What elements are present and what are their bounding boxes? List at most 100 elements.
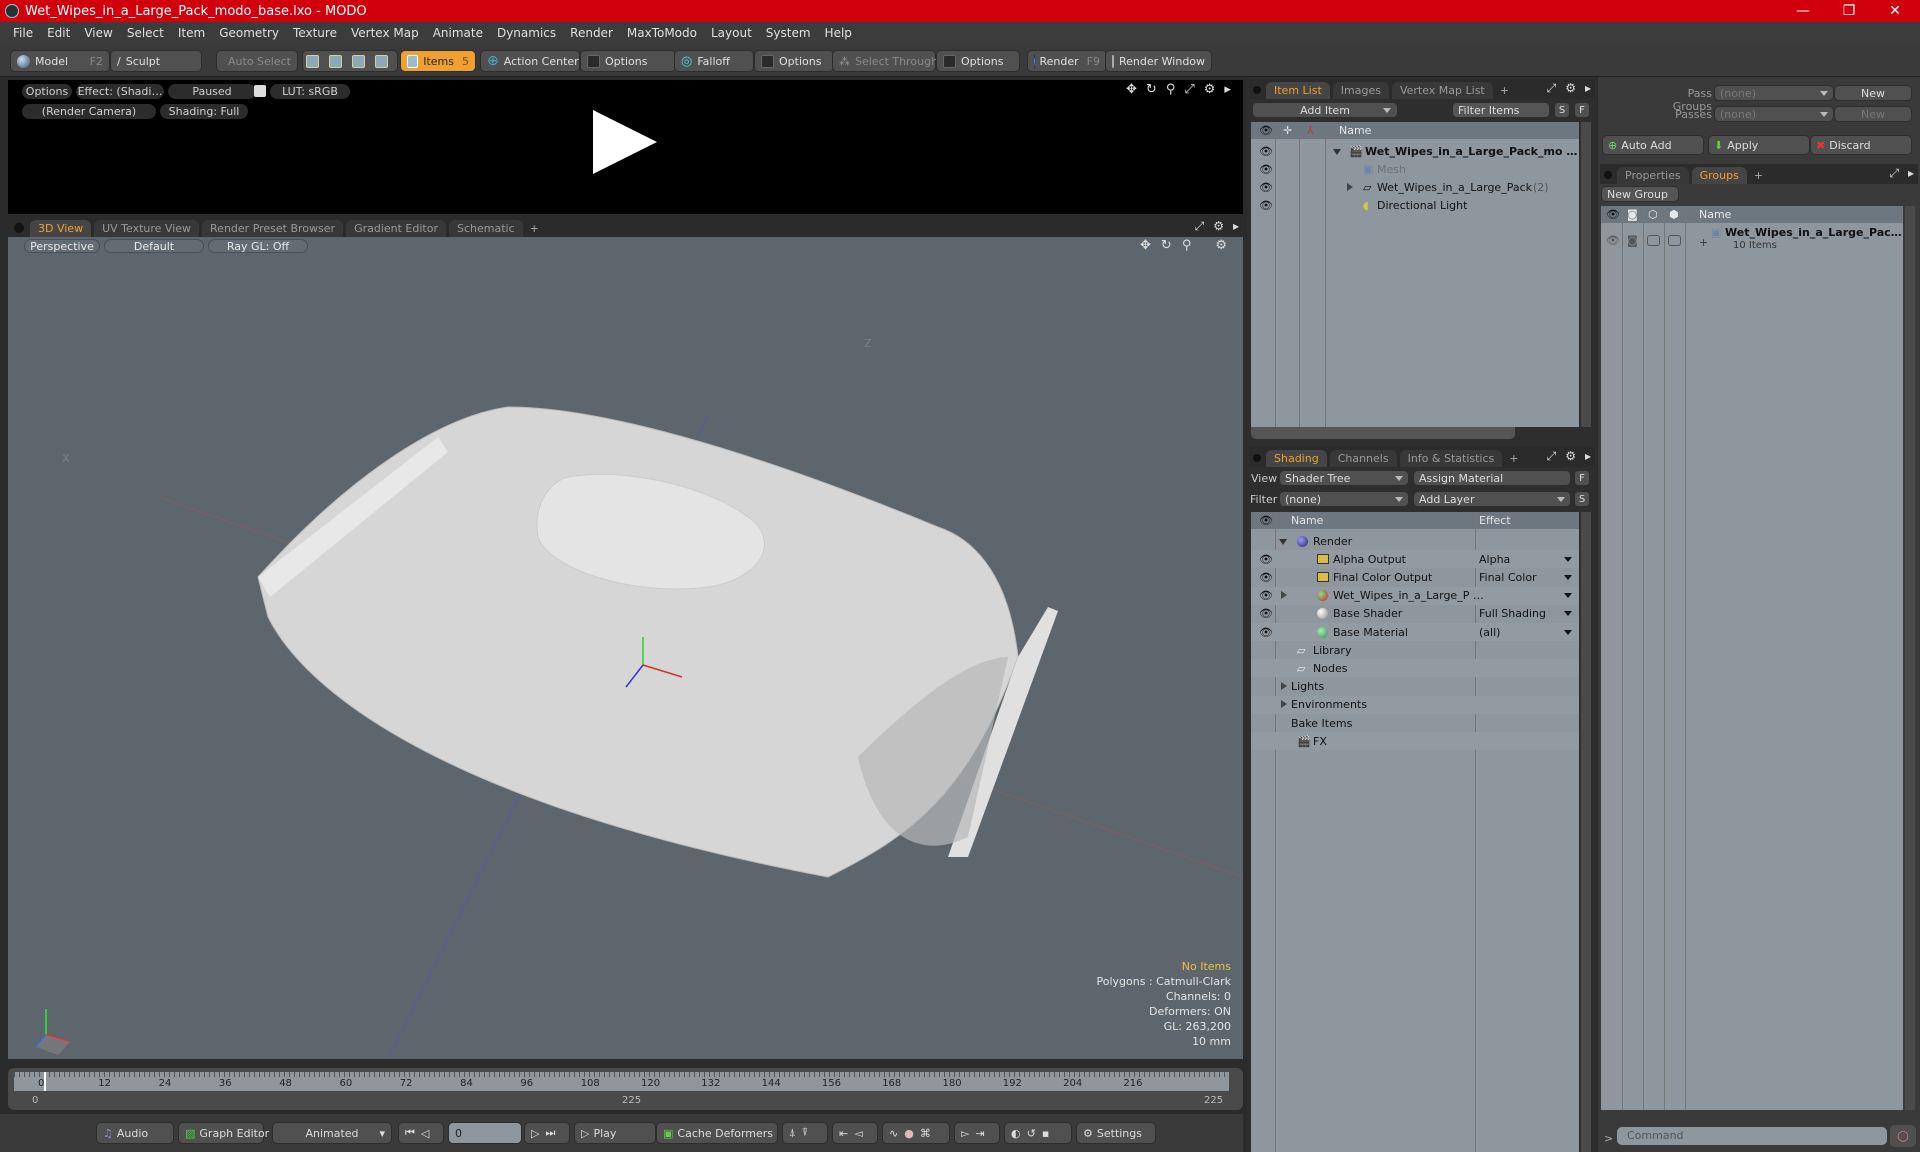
- view-dropdown[interactable]: Shader Tree: [1279, 470, 1409, 486]
- tab-uv-texture-view[interactable]: UV Texture View: [94, 220, 200, 237]
- expand-arrow-icon[interactable]: ▸: [1908, 166, 1914, 181]
- gear-icon[interactable]: ⚙: [1213, 219, 1224, 234]
- auto-key-icon[interactable]: ⌘: [920, 1127, 931, 1140]
- item-row[interactable]: 👁 🎬 Wet_Wipes_in_a_Large_Pack_mo …: [1251, 142, 1579, 160]
- assign-material-button[interactable]: Assign Material: [1413, 470, 1571, 486]
- 3d-viewport[interactable]: Perspective Default Ray GL: Off ✥ ↻ ⚲ ⚙ …: [8, 237, 1243, 1059]
- shader-row[interactable]: Lights: [1251, 678, 1579, 696]
- shading-f-button[interactable]: F: [1574, 470, 1590, 486]
- expand-arrow-icon[interactable]: ▸: [1585, 81, 1591, 96]
- collapse-triangle-icon[interactable]: [1333, 148, 1341, 155]
- menu-geometry[interactable]: Geometry: [212, 26, 286, 40]
- render-effect-dropdown[interactable]: Effect: (Shadi…: [76, 84, 164, 99]
- expand-triangle-icon[interactable]: [1281, 700, 1287, 709]
- edges-mode-icon[interactable]: [329, 54, 342, 68]
- maximize-icon[interactable]: ⤢: [1889, 166, 1899, 181]
- sculpt-mode-button[interactable]: / Sculpt: [110, 50, 202, 72]
- menu-item[interactable]: Item: [171, 26, 212, 40]
- expand-arrow-icon[interactable]: ▸: [1224, 82, 1231, 97]
- tab-images[interactable]: Images: [1332, 82, 1389, 99]
- shader-row[interactable]: 👁 Alpha Output Alpha: [1251, 550, 1579, 569]
- chevron-down-icon[interactable]: [1564, 611, 1572, 617]
- effect-column-header[interactable]: Effect: [1479, 514, 1511, 527]
- effect-value[interactable]: (all): [1479, 626, 1500, 639]
- group-row[interactable]: 👁 ◙ + ▣ Wet_Wipes_in_a_Large_Pac… 10 Ite…: [1601, 226, 1903, 254]
- collapse-triangle-icon[interactable]: [1279, 538, 1287, 545]
- shader-row[interactable]: 👁 Base Shader Full Shading: [1251, 605, 1579, 623]
- falloff-options-button[interactable]: Options: [754, 50, 834, 72]
- gear-icon[interactable]: ⚙: [1204, 82, 1216, 97]
- shader-row[interactable]: 👁 Base Material (all): [1251, 623, 1579, 641]
- tab-render-preset-browser[interactable]: Render Preset Browser: [202, 220, 344, 237]
- jump-end-icon[interactable]: ⏭: [545, 1126, 555, 1140]
- graph-editor-button[interactable]: ▧ Graph Editor: [178, 1122, 269, 1144]
- shader-row[interactable]: Render: [1251, 532, 1579, 550]
- panel-menu-icon[interactable]: [1253, 86, 1261, 94]
- menu-maxtomodo[interactable]: MaxToModo: [620, 26, 704, 40]
- shader-row[interactable]: ▱ Library: [1251, 641, 1579, 659]
- apply-button[interactable]: ⬇ Apply: [1708, 135, 1810, 155]
- chevron-down-icon[interactable]: [1564, 593, 1572, 599]
- item-row[interactable]: 👁 ▣ Mesh: [1251, 160, 1579, 178]
- menu-dynamics[interactable]: Dynamics: [490, 26, 563, 40]
- expand-plus-icon[interactable]: +: [1699, 236, 1708, 249]
- tab-groups[interactable]: Groups: [1691, 167, 1747, 184]
- audio-button[interactable]: ♫ Audio: [96, 1122, 174, 1144]
- menu-file[interactable]: File: [6, 26, 40, 40]
- add-layer-dropdown[interactable]: Add Layer: [1413, 491, 1571, 507]
- key-down-icon[interactable]: ⍒: [802, 1126, 809, 1140]
- add-tab-button[interactable]: +: [526, 220, 543, 237]
- lock-toggle[interactable]: [1647, 234, 1660, 246]
- chevron-down-icon[interactable]: [1564, 629, 1572, 635]
- eye-icon[interactable]: 👁: [1259, 145, 1273, 158]
- render-shading-dropdown[interactable]: Shading: Full: [160, 104, 248, 119]
- name-column-header[interactable]: Name: [1339, 124, 1371, 137]
- item-list-s-button[interactable]: S: [1554, 102, 1570, 118]
- render-window-button[interactable]: Render Window: [1105, 50, 1212, 72]
- gear-icon[interactable]: ⚙: [1565, 81, 1576, 96]
- select-through-options-button[interactable]: Options: [936, 50, 1020, 72]
- menu-texture[interactable]: Texture: [286, 26, 344, 40]
- filter-items-input[interactable]: Filter Items: [1452, 102, 1550, 118]
- action-center-options-button[interactable]: Options: [580, 50, 676, 72]
- gear-icon[interactable]: ⚙: [1565, 449, 1576, 464]
- menu-render[interactable]: Render: [563, 26, 620, 40]
- minimize-button[interactable]: —: [1780, 0, 1826, 22]
- close-button[interactable]: ✕: [1872, 0, 1918, 22]
- menu-select[interactable]: Select: [120, 26, 171, 40]
- effect-value[interactable]: Alpha: [1479, 553, 1510, 566]
- select-through-button[interactable]: ⁂ Select Through: [832, 50, 938, 72]
- pan-icon[interactable]: ✥: [1126, 82, 1137, 97]
- timeline[interactable]: 0 12 24 36 48 60 72 84 96 108 120 132 144 156 168 180 19…: [8, 1068, 1243, 1110]
- animated-dropdown[interactable]: Animated ▾: [272, 1122, 392, 1144]
- menu-help[interactable]: Help: [818, 26, 859, 40]
- groups-vscrollbar[interactable]: [1905, 206, 1915, 1110]
- chevron-down-icon[interactable]: [1564, 574, 1572, 580]
- menu-edit[interactable]: Edit: [40, 26, 77, 40]
- range-start[interactable]: 0: [32, 1095, 38, 1106]
- materials-mode-icon[interactable]: [375, 54, 388, 68]
- eye-icon[interactable]: 👁: [1259, 589, 1273, 602]
- menu-view[interactable]: View: [77, 26, 119, 40]
- shader-row[interactable]: 👁 Wet_Wipes_in_a_Large_P …: [1251, 586, 1579, 605]
- item-row[interactable]: 👁 ◖ Directional Light: [1251, 196, 1579, 214]
- menu-animate[interactable]: Animate: [426, 26, 490, 40]
- model-mode-button[interactable]: Model F2: [10, 50, 110, 72]
- expand-arrow-icon[interactable]: ▸: [1585, 449, 1591, 464]
- tab-item-list[interactable]: Item List: [1266, 82, 1330, 99]
- zoom-icon[interactable]: ⚲: [1166, 82, 1176, 97]
- lut-dropdown[interactable]: LUT: sRGB: [270, 84, 350, 99]
- falloff-button[interactable]: ◎ Falloff: [674, 50, 754, 72]
- eye-icon[interactable]: 👁: [1259, 199, 1273, 212]
- shader-row[interactable]: ▱ Nodes: [1251, 659, 1579, 678]
- add-tab-button[interactable]: +: [1750, 167, 1767, 184]
- tab-schematic[interactable]: Schematic: [449, 220, 523, 237]
- pass-groups-dropdown[interactable]: (none): [1714, 85, 1834, 101]
- render-toggle-icon[interactable]: ◙: [1627, 234, 1638, 247]
- render-options-button[interactable]: Options: [22, 84, 72, 99]
- expand-triangle-icon[interactable]: [1281, 591, 1287, 600]
- tab-properties[interactable]: Properties: [1617, 167, 1689, 184]
- new-group-button[interactable]: New Group: [1601, 186, 1679, 202]
- passes-dropdown[interactable]: (none): [1714, 106, 1834, 122]
- shader-row[interactable]: Environments: [1251, 695, 1579, 714]
